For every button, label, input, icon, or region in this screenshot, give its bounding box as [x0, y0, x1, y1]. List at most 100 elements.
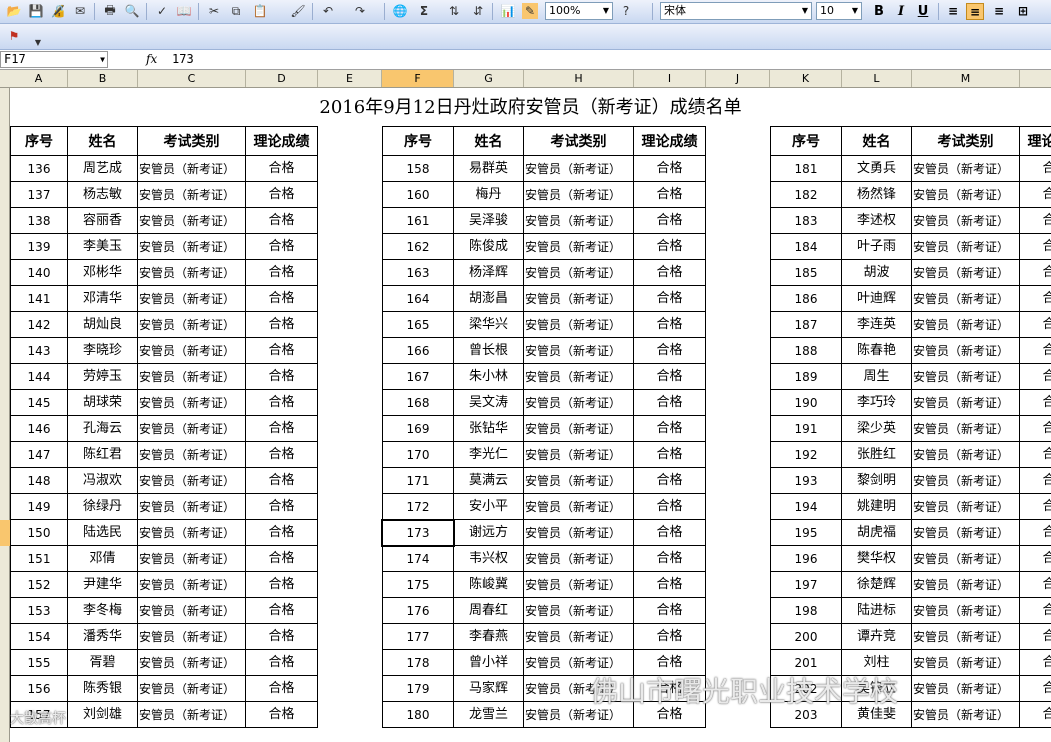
cell-exam-type[interactable]: 安管员（新考证） [524, 650, 634, 676]
cell-score[interactable]: 合格 [1020, 650, 1051, 676]
sort-descending-icon[interactable]: ⇵ [470, 3, 486, 19]
cell-seq[interactable]: 146 [10, 416, 68, 442]
cell-score[interactable]: 合格 [246, 598, 318, 624]
cell-seq[interactable]: 187 [770, 312, 842, 338]
cell-score[interactable]: 合格 [1020, 260, 1051, 286]
cell-seq[interactable]: 162 [382, 234, 454, 260]
cell-name[interactable]: 劳婷玉 [68, 364, 138, 390]
cell-exam-type[interactable]: 安管员（新考证） [138, 442, 246, 468]
cell-score[interactable]: 合格 [634, 156, 706, 182]
cell-score[interactable]: 合格 [634, 598, 706, 624]
cut-icon[interactable]: ✂ [206, 3, 222, 19]
cell-score[interactable]: 合格 [246, 286, 318, 312]
cell-name[interactable]: 陆选民 [68, 520, 138, 546]
cell-name[interactable]: 吴锋立 [842, 676, 912, 702]
cell-score[interactable]: 合格 [1020, 286, 1051, 312]
cell-score[interactable]: 合格 [634, 624, 706, 650]
cell-score[interactable]: 合格 [634, 234, 706, 260]
cell-name[interactable]: 陈春艳 [842, 338, 912, 364]
cell-exam-type[interactable]: 安管员（新考证） [138, 156, 246, 182]
cell-score[interactable]: 合格 [634, 286, 706, 312]
cell-seq[interactable]: 157 [10, 702, 68, 728]
cell-exam-type[interactable]: 安管员（新考证） [138, 390, 246, 416]
cell-score[interactable]: 合格 [246, 312, 318, 338]
align-right-icon[interactable]: ≡ [990, 3, 1008, 20]
cell-seq[interactable]: 153 [10, 598, 68, 624]
cell-exam-type[interactable]: 安管员（新考证） [138, 676, 246, 702]
cell-score[interactable]: 合格 [634, 416, 706, 442]
cell-name[interactable]: 杨志敏 [68, 182, 138, 208]
cell-name[interactable]: 周生 [842, 364, 912, 390]
cell-name[interactable]: 樊华权 [842, 546, 912, 572]
cell-name[interactable]: 胡虎福 [842, 520, 912, 546]
cell-exam-type[interactable]: 安管员（新考证） [138, 702, 246, 728]
cell-name[interactable]: 姚建明 [842, 494, 912, 520]
cell-score[interactable]: 合格 [1020, 520, 1051, 546]
cell-name[interactable]: 梁华兴 [454, 312, 524, 338]
cell-name[interactable]: 李连英 [842, 312, 912, 338]
cell-exam-type[interactable]: 安管员（新考证） [138, 598, 246, 624]
cell-seq[interactable]: 143 [10, 338, 68, 364]
cell-name[interactable]: 尹建华 [68, 572, 138, 598]
cell-name[interactable]: 李光仁 [454, 442, 524, 468]
cell-seq[interactable]: 190 [770, 390, 842, 416]
cell-score[interactable]: 合格 [246, 546, 318, 572]
cell-score[interactable]: 合格 [1020, 442, 1051, 468]
cell-exam-type[interactable]: 安管员（新考证） [912, 390, 1020, 416]
cell-name[interactable]: 陈秀银 [68, 676, 138, 702]
cell-exam-type[interactable]: 安管员（新考证） [912, 182, 1020, 208]
cell-exam-type[interactable]: 安管员（新考证） [912, 650, 1020, 676]
cell-name[interactable]: 李晓珍 [68, 338, 138, 364]
cell-name[interactable]: 邓倩 [68, 546, 138, 572]
cell-exam-type[interactable]: 安管员（新考证） [524, 572, 634, 598]
cell-exam-type[interactable]: 安管员（新考证） [912, 234, 1020, 260]
cell-name[interactable]: 叶迪辉 [842, 286, 912, 312]
cell-score[interactable]: 合格 [246, 234, 318, 260]
font-name-select[interactable]: 宋体 ▼ [660, 2, 812, 20]
cell-name[interactable]: 刘剑雄 [68, 702, 138, 728]
cell-name[interactable]: 吴文涛 [454, 390, 524, 416]
cell-name[interactable]: 徐楚辉 [842, 572, 912, 598]
cell-seq[interactable]: 136 [10, 156, 68, 182]
cell-score[interactable]: 合格 [1020, 208, 1051, 234]
cell-exam-type[interactable]: 安管员（新考证） [912, 312, 1020, 338]
cell-score[interactable]: 合格 [634, 260, 706, 286]
cell-score[interactable]: 合格 [634, 364, 706, 390]
cell-name[interactable]: 朱小林 [454, 364, 524, 390]
cell-seq[interactable]: 139 [10, 234, 68, 260]
cell-exam-type[interactable]: 安管员（新考证） [912, 416, 1020, 442]
cell-score[interactable]: 合格 [634, 676, 706, 702]
cell-seq[interactable]: 185 [770, 260, 842, 286]
cell-exam-type[interactable]: 安管员（新考证） [138, 286, 246, 312]
cell-seq[interactable]: 184 [770, 234, 842, 260]
cell-name[interactable]: 张钻华 [454, 416, 524, 442]
cell-exam-type[interactable]: 安管员（新考证） [912, 286, 1020, 312]
chart-icon[interactable]: 📊 [500, 3, 516, 19]
cell-exam-type[interactable]: 安管员（新考证） [524, 156, 634, 182]
cell-name[interactable]: 莫满云 [454, 468, 524, 494]
zoom-select[interactable]: 100% ▼ [545, 2, 613, 20]
research-icon[interactable]: 📖 [176, 3, 192, 19]
cell-exam-type[interactable]: 安管员（新考证） [524, 208, 634, 234]
cell-name[interactable]: 周春红 [454, 598, 524, 624]
cell-score[interactable]: 合格 [1020, 416, 1051, 442]
cell-exam-type[interactable]: 安管员（新考证） [524, 598, 634, 624]
cell-score[interactable]: 合格 [1020, 468, 1051, 494]
cell-seq[interactable]: 170 [382, 442, 454, 468]
cell-exam-type[interactable]: 安管员（新考证） [138, 338, 246, 364]
cell-score[interactable]: 合格 [246, 702, 318, 728]
cell-seq[interactable]: 138 [10, 208, 68, 234]
cell-exam-type[interactable]: 安管员（新考证） [138, 312, 246, 338]
cell-exam-type[interactable]: 安管员（新考证） [138, 494, 246, 520]
cell-exam-type[interactable]: 安管员（新考证） [138, 572, 246, 598]
cell-exam-type[interactable]: 安管员（新考证） [912, 364, 1020, 390]
cell-seq[interactable]: 166 [382, 338, 454, 364]
column-header-a[interactable]: A [10, 70, 68, 87]
cell-exam-type[interactable]: 安管员（新考证） [524, 364, 634, 390]
cell-name[interactable]: 冯淑欢 [68, 468, 138, 494]
cell-name[interactable]: 谭卉竞 [842, 624, 912, 650]
cell-score[interactable]: 合格 [246, 520, 318, 546]
cell-score[interactable]: 合格 [1020, 702, 1051, 728]
cell-score[interactable]: 合格 [1020, 182, 1051, 208]
cell-score[interactable]: 合格 [246, 338, 318, 364]
